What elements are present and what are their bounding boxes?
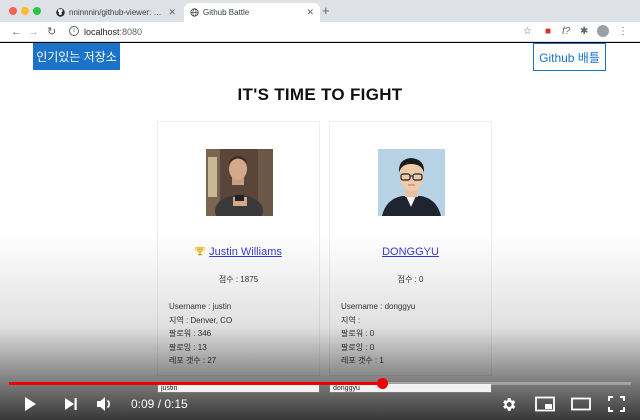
player-location: 지역 : Denver, CO [169,315,233,325]
trophy-icon [195,246,206,256]
player-repo-count: 레포 갯수 : 1 [341,356,384,366]
page-title: IT'S TIME TO FIGHT [237,85,403,104]
profile-avatar[interactable] [597,25,609,37]
theater-mode-icon[interactable] [571,396,591,412]
new-tab-button[interactable]: + [322,4,330,18]
back-arrow-icon[interactable]: ← [11,25,22,39]
player-info: Username : justin 지역 : Denver, CO 팔로워 : … [169,300,232,368]
forward-arrow-icon[interactable]: → [28,25,39,39]
player-following: 팔로잉 : 13 [169,342,207,352]
fullscreen-icon[interactable] [608,396,625,412]
page-content: 인기있는 저장소 Github 배틀 IT'S TIME TO FIGHT Ju… [0,43,640,420]
player-name-row: Justin Williams [158,246,319,258]
player-location: 지역 : [341,315,361,325]
browser-toolbar: ← → ↻ i localhost:8080 ☆ ■ f? ✱ ⋮ [0,22,640,42]
player-name-link[interactable]: Justin Williams [209,246,282,258]
site-info-icon[interactable]: i [69,26,79,36]
next-video-icon[interactable] [64,396,78,412]
extension-icon[interactable]: ■ [545,25,551,39]
video-controls-gradient [0,233,640,420]
play-icon[interactable] [22,396,38,412]
popular-repos-nav-button[interactable]: 인기있는 저장소 [33,43,120,70]
player-username: Username : justin [169,302,232,311]
volume-icon[interactable] [96,396,114,412]
player-card: Justin Williams 점수 : 1875 Username : jus… [157,121,320,376]
address-bar[interactable]: localhost:8080 [84,26,142,38]
tab-title: nninnnin/github-viewer: React [69,8,165,17]
video-progress-fill [9,382,383,385]
maximize-window-button[interactable] [33,7,41,15]
settings-gear-icon[interactable] [500,396,517,413]
player-username: Username : donggyu [341,302,416,311]
tab-github-battle[interactable]: Github Battle ✕ [184,3,320,22]
video-progress-bar[interactable] [9,378,631,389]
player-photo [206,149,273,216]
close-window-button[interactable] [9,7,17,15]
url-host: localhost [84,27,120,37]
reload-icon[interactable]: ↻ [47,25,56,39]
player-name-row: DONGGYU [330,246,491,258]
browser-tab-bar: nninnnin/github-viewer: React ✕ Github B… [0,0,640,22]
player-repo-count: 레포 갯수 : 27 [169,356,217,366]
minimize-window-button[interactable] [21,7,29,15]
github-battle-nav-button[interactable]: Github 배틀 [533,43,606,71]
close-tab-icon[interactable]: ✕ [306,7,314,18]
tab-github-viewer[interactable]: nninnnin/github-viewer: React ✕ [50,3,182,22]
github-icon [56,8,65,17]
bookmark-star-icon[interactable]: ☆ [523,25,532,39]
player-followers: 팔로워 : 0 [341,329,375,339]
globe-icon [190,8,199,17]
puzzle-icon[interactable]: ✱ [580,25,588,39]
player-score: 점수 : 1875 [218,275,259,284]
player-following: 팔로잉 : 0 [341,342,375,352]
player-name-link[interactable]: DONGGYU [382,246,439,258]
miniplayer-icon[interactable] [535,396,555,412]
url-port: :8080 [119,27,143,37]
close-tab-icon[interactable]: ✕ [168,7,176,18]
video-timecode: 0:09 / 0:15 [131,397,188,411]
tab-title: Github Battle [203,8,250,17]
player-photo [378,149,445,216]
more-menu-icon[interactable]: ⋮ [618,25,628,39]
player-followers: 팔로워 : 346 [169,329,212,339]
player-card: DONGGYU 점수 : 0 Username : donggyu 지역 : 팔… [329,121,492,376]
player-info: Username : donggyu 지역 : 팔로워 : 0 팔로잉 : 0 … [341,300,415,368]
formula-extension-icon[interactable]: f? [562,25,570,39]
player-score: 점수 : 0 [397,275,424,284]
